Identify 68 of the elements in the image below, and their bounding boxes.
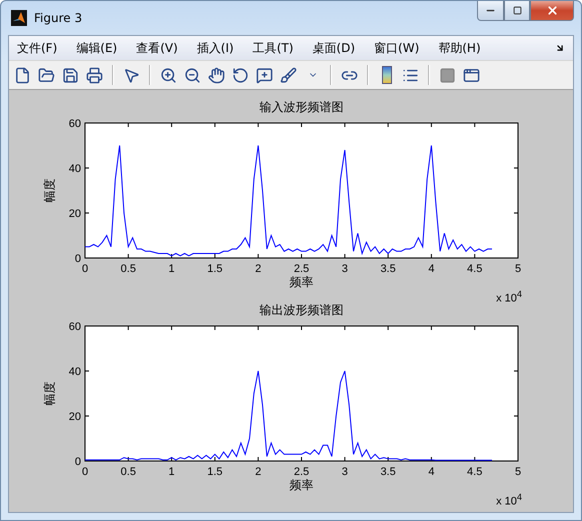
menu-item[interactable]: 工具(T) [252,38,294,58]
print-icon [86,66,103,84]
axis-multiplier: x 10$^{4}$ [496,491,522,503]
x-axis-label: 频率 [290,477,314,493]
folder-icon [38,66,55,84]
y-tick-label: 60 [68,321,81,333]
save-icon [62,66,79,84]
close-icon [546,4,558,17]
window-title: Figure 3 [34,11,84,25]
y-tick-label: 60 [68,118,81,130]
y-tick-label: 20 [68,208,81,220]
zoom-out-icon [184,66,201,84]
maximize-icon [512,6,522,15]
chart-title: 输入波形频谱图 [258,99,344,115]
y-tick-label: 20 [68,411,81,423]
x-tick-label: 5 [514,466,522,478]
x-tick-label: 4.5 [467,466,482,478]
zoom-in-icon [160,66,177,84]
x-tick-label: 3 [342,263,348,275]
close-button[interactable] [530,1,574,21]
x-tick-label: 2.5 [294,466,310,478]
x-tick-label: 3 [342,466,348,478]
menu-item[interactable]: 编辑(E) [76,38,118,58]
maximize-button[interactable] [504,1,530,21]
y-tick-label: 40 [68,163,81,175]
x-tick-label: 2.5 [294,263,310,275]
menu-item[interactable]: 查看(V) [136,38,178,58]
hand-icon [208,66,225,84]
chart-title: 输出波形频谱图 [258,302,344,318]
rotate-icon [232,66,249,84]
data-cursor-icon [256,66,273,84]
new-file-icon [14,66,31,84]
app-logo-icon [11,10,27,26]
y-tick-label: 40 [68,366,81,378]
x-tick-label: 1.5 [207,466,223,478]
x-tick-label: 4 [428,466,434,478]
axis-multiplier: x 10$^{4}$ [496,288,522,300]
x-tick-label: 0.5 [120,466,136,478]
x-axis-label: 频率 [290,274,314,290]
x-tick-label: 3.5 [380,263,396,275]
y-axis-label: 幅度 [42,382,58,406]
menu-item[interactable]: 帮助(H) [438,38,481,58]
x-tick-label: 1 [168,466,175,478]
x-tick-label: 0 [82,263,88,275]
x-tick-label: 1.5 [207,263,223,275]
minimize-button[interactable] [477,1,504,21]
square-icon [439,66,456,84]
brush-icon [280,66,297,84]
x-tick-label: 2 [255,466,262,478]
x-tick-label: 4.5 [467,263,482,275]
colorbar-icon [382,66,392,84]
menu-item[interactable]: 桌面(D) [312,38,356,58]
menu-item[interactable]: 插入(I) [196,38,234,58]
y-tick-label: 0 [74,456,81,468]
menu-item[interactable]: 窗口(W) [374,38,420,58]
pointer-icon [123,66,140,84]
x-tick-label: 4 [428,263,434,275]
y-tick-label: 0 [74,253,81,265]
x-tick-label: 0.5 [120,263,136,275]
x-tick-label: 5 [514,263,522,275]
window-icon [463,66,480,84]
arrow-icon[interactable] [555,43,565,53]
x-tick-label: 1 [168,263,175,275]
x-tick-label: 2 [255,263,262,275]
menu-item[interactable]: 文件(F) [17,38,58,58]
y-axis-label: 幅度 [42,178,58,202]
x-tick-label: 3.5 [380,466,396,478]
x-tick-label: 0 [82,466,88,478]
